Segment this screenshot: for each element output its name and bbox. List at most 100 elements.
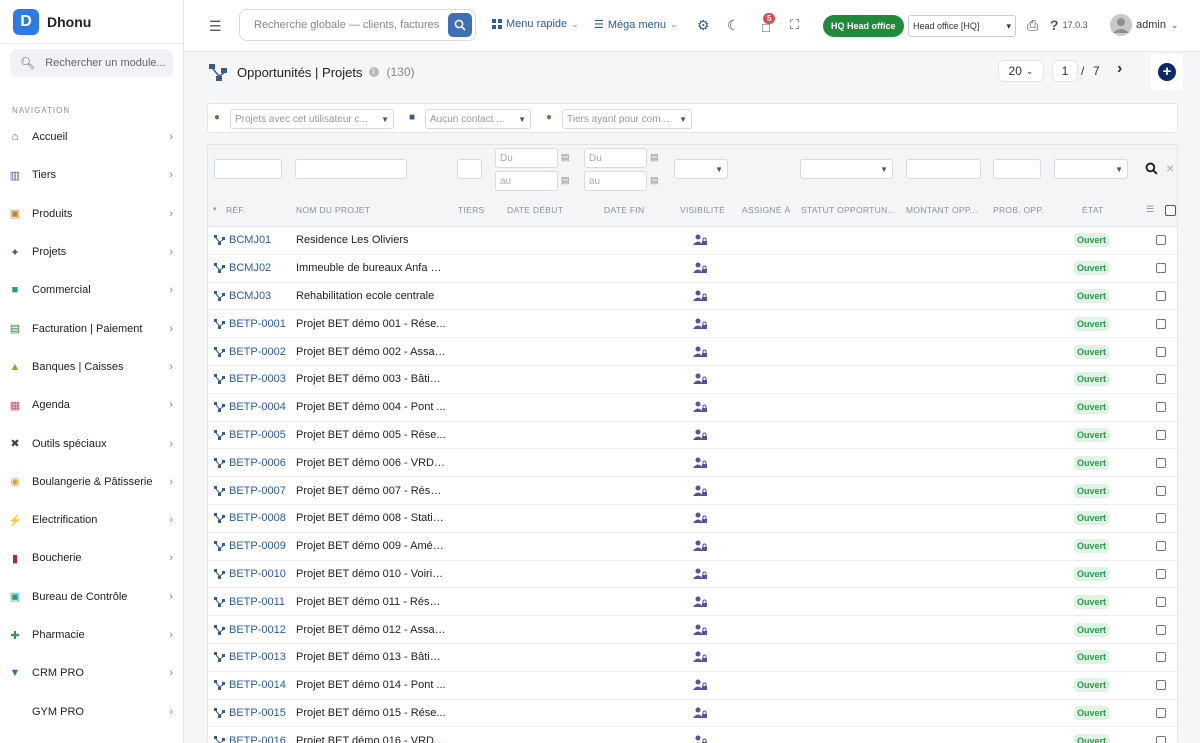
project-ref-link[interactable]: BCMJ01 bbox=[214, 234, 271, 246]
row-checkbox[interactable] bbox=[1156, 235, 1166, 246]
calendar-icon[interactable]: ▤ bbox=[650, 152, 659, 163]
sidebar-item[interactable]: ▣ Bureau de Contrôle › bbox=[0, 578, 183, 616]
end-date-to-input[interactable]: au bbox=[584, 171, 647, 191]
column-header[interactable]: VISIBILITÉ bbox=[680, 205, 725, 215]
sidebar-item[interactable]: EVENT MANAGEMENT P...› bbox=[0, 731, 183, 743]
sidebar-item[interactable]: ▲ Banques | Caisses › bbox=[0, 348, 183, 386]
column-header[interactable]: DATE DÉBUT bbox=[507, 205, 563, 215]
sidebar-item[interactable]: GYM PRO › bbox=[0, 692, 183, 730]
column-header[interactable]: ASSIGNÉ À bbox=[742, 205, 791, 215]
sidebar-item[interactable]: ▮ Boucherie › bbox=[0, 539, 183, 577]
calendar-icon[interactable]: ▤ bbox=[561, 152, 570, 163]
project-ref-link[interactable]: BETP-0016 bbox=[214, 735, 286, 743]
column-header[interactable]: ÉTAT bbox=[1082, 205, 1104, 215]
table-row[interactable]: BCMJ03 Rehabilitation ecole centrale Ouver… bbox=[208, 282, 1177, 311]
row-checkbox[interactable] bbox=[1156, 374, 1166, 385]
row-checkbox[interactable] bbox=[1156, 707, 1166, 718]
table-row[interactable]: BETP-0015 Projet BET démo 015 - Rése... Ou… bbox=[208, 700, 1177, 728]
table-row[interactable]: BCMJ02 Immeuble de bureaux Anfa Pl... Ouve… bbox=[208, 255, 1177, 283]
project-ref-link[interactable]: BETP-0012 bbox=[214, 624, 286, 636]
module-search-input[interactable]: 🔍︎ Rechercher un module... bbox=[10, 49, 173, 77]
table-row[interactable]: BETP-0014 Projet BET démo 014 - Pont ... O… bbox=[208, 671, 1177, 700]
page-number-input[interactable]: 1 bbox=[1052, 60, 1078, 82]
project-ref-link[interactable]: BETP-0002 bbox=[214, 346, 286, 358]
table-row[interactable]: BETP-0011 Projet BET démo 011 - Résea... O… bbox=[208, 588, 1177, 617]
row-checkbox[interactable] bbox=[1156, 541, 1166, 552]
table-row[interactable]: BETP-0009 Projet BET démo 009 - Amén... Ou… bbox=[208, 533, 1177, 561]
hq-badge[interactable]: HQ Head office bbox=[823, 15, 904, 37]
amount-search-input[interactable] bbox=[906, 159, 981, 179]
sidebar-item[interactable]: ✚ Pharmacie › bbox=[0, 616, 183, 654]
row-checkbox[interactable] bbox=[1156, 624, 1166, 635]
help-button[interactable]: ? 17.0.3 bbox=[1050, 17, 1088, 33]
project-ref-link[interactable]: BETP-0005 bbox=[214, 429, 286, 441]
mega-menu-button[interactable]: ☰ Méga menu ⌄ bbox=[594, 18, 678, 32]
column-header[interactable]: STATUT OPPORTUN... bbox=[801, 205, 896, 215]
row-checkbox[interactable] bbox=[1156, 290, 1166, 301]
project-ref-link[interactable]: BETP-0001 bbox=[214, 318, 286, 330]
project-ref-link[interactable]: BETP-0010 bbox=[214, 568, 286, 580]
row-checkbox[interactable] bbox=[1156, 429, 1166, 440]
user-projects-filter[interactable]: Projets avec cet utilisateur c... ▼ bbox=[230, 109, 394, 129]
page-size-select[interactable]: 20 ⌄ bbox=[998, 60, 1044, 82]
menu-rapide-button[interactable]: Menu rapide ⌄ bbox=[492, 18, 579, 30]
fullscreen-icon[interactable]: ⛶ bbox=[790, 17, 799, 33]
end-date-from-input[interactable]: Du bbox=[584, 148, 647, 168]
contact-filter[interactable]: Aucun contact ... ▼ bbox=[425, 109, 531, 129]
sidebar-item[interactable]: ▦ Agenda › bbox=[0, 386, 183, 424]
project-ref-link[interactable]: BETP-0006 bbox=[214, 457, 286, 469]
state-select[interactable]: ▼ bbox=[1054, 159, 1128, 179]
add-project-button[interactable]: + bbox=[1151, 54, 1183, 90]
start-date-from-input[interactable]: Du bbox=[495, 148, 558, 168]
calendar-icon[interactable]: ▤ bbox=[650, 175, 659, 186]
column-header[interactable]: NOM DU PROJET bbox=[296, 205, 370, 215]
tiers-filter[interactable]: Tiers ayant pour com... ▼ bbox=[562, 109, 692, 129]
sidebar-item[interactable]: ◉ Boulangerie & Pâtisserie › bbox=[0, 463, 183, 501]
column-header[interactable]: MONTANT OPP... bbox=[906, 205, 978, 215]
sidebar-item[interactable]: ✦ Projets › bbox=[0, 233, 183, 271]
table-row[interactable]: BETP-0002 Projet BET démo 002 - Assai... O… bbox=[208, 338, 1177, 366]
table-row[interactable]: BETP-0012 Projet BET démo 012 - Assai... O… bbox=[208, 616, 1177, 644]
hamburger-icon[interactable]: ☰ bbox=[209, 18, 222, 35]
row-checkbox[interactable] bbox=[1156, 596, 1166, 607]
row-checkbox[interactable] bbox=[1156, 263, 1166, 274]
user-menu[interactable]: admin ⌄ bbox=[1110, 14, 1179, 36]
row-checkbox[interactable] bbox=[1156, 568, 1166, 579]
sidebar-item[interactable]: ⚡ Electrification › bbox=[0, 501, 183, 539]
table-row[interactable]: BETP-0003 Projet BET démo 003 - Bâtim... O… bbox=[208, 366, 1177, 394]
project-ref-link[interactable]: BETP-0004 bbox=[214, 401, 286, 413]
project-ref-link[interactable]: BCMJ02 bbox=[214, 262, 271, 274]
column-header[interactable]: RÉF. bbox=[226, 205, 246, 215]
visibility-select[interactable]: ▼ bbox=[674, 159, 728, 179]
notifications-button[interactable]: □ 5 bbox=[760, 13, 780, 36]
moon-icon[interactable]: ☾ bbox=[727, 17, 740, 34]
table-row[interactable]: BETP-0013 Projet BET démo 013 - Bâtim... O… bbox=[208, 644, 1177, 672]
row-checkbox[interactable] bbox=[1156, 485, 1166, 496]
table-row[interactable]: BETP-0010 Projet BET démo 010 - Voirie ..… bbox=[208, 560, 1177, 589]
app-logo[interactable]: D Dhonu bbox=[0, 0, 183, 44]
entity-select[interactable]: Head office [HQ] ▾ bbox=[908, 15, 1016, 37]
project-ref-link[interactable]: BETP-0014 bbox=[214, 679, 286, 691]
sidebar-item[interactable]: ▤ Facturation | Paiement › bbox=[0, 309, 183, 347]
row-checkbox[interactable] bbox=[1156, 680, 1166, 691]
project-ref-link[interactable]: BETP-0003 bbox=[214, 373, 286, 385]
row-checkbox[interactable] bbox=[1156, 513, 1166, 524]
name-search-input[interactable] bbox=[295, 159, 407, 179]
print-icon[interactable]: ⎙ bbox=[1027, 17, 1038, 34]
table-row[interactable]: BETP-0008 Projet BET démo 008 - Statio...… bbox=[208, 505, 1177, 533]
project-ref-link[interactable]: BETP-0009 bbox=[214, 540, 286, 552]
table-row[interactable]: BETP-0005 Projet BET démo 005 - Rése... Ou… bbox=[208, 422, 1177, 450]
calendar-icon[interactable]: ▤ bbox=[561, 175, 570, 186]
prob-search-input[interactable] bbox=[993, 159, 1041, 179]
project-ref-link[interactable]: BETP-0013 bbox=[214, 651, 286, 663]
next-page-icon[interactable]: › bbox=[1117, 60, 1122, 78]
sidebar-item[interactable]: ▣ Produits › bbox=[0, 195, 183, 233]
row-checkbox[interactable] bbox=[1156, 402, 1166, 413]
table-row[interactable]: BETP-0004 Projet BET démo 004 - Pont ... O… bbox=[208, 393, 1177, 422]
select-all-checkbox[interactable] bbox=[1165, 205, 1176, 216]
sidebar-item[interactable]: ▥ Tiers › bbox=[0, 156, 183, 194]
row-checkbox[interactable] bbox=[1156, 735, 1166, 743]
column-select-icon[interactable]: ☰ bbox=[1146, 204, 1154, 215]
table-row[interactable]: BETP-0007 Projet BET démo 007 - Réser... O… bbox=[208, 477, 1177, 505]
ref-search-input[interactable] bbox=[214, 159, 282, 179]
